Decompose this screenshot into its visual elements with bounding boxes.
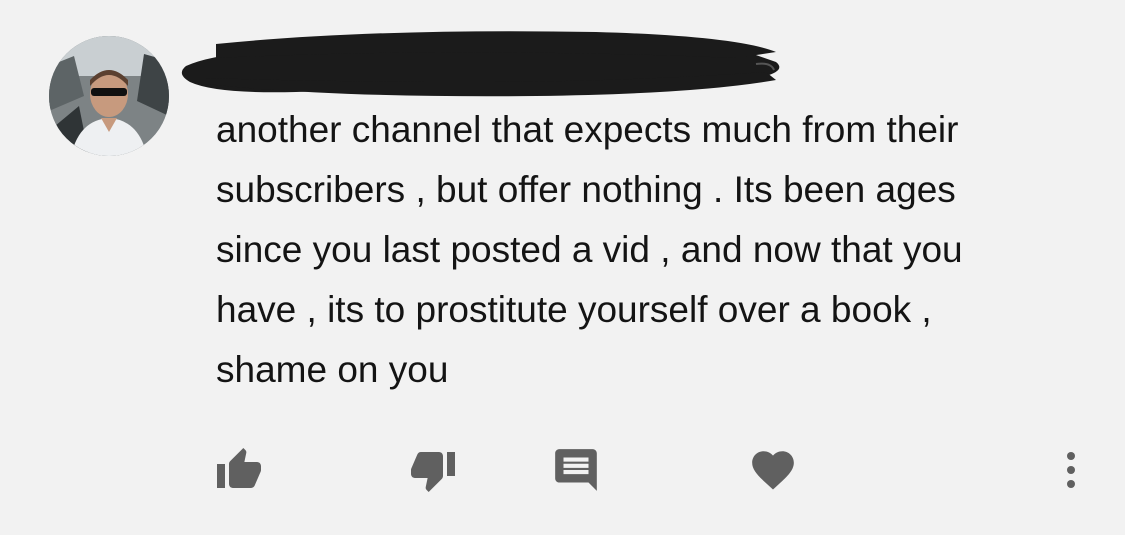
comment-text-line: subscribers , but offer nothing . Its be… [216,169,956,210]
redacted-username [176,22,796,102]
thumbs-up-icon [217,448,261,488]
dislike-button[interactable] [403,440,463,500]
comment-text-line: since you last posted a vid , and now th… [216,229,963,270]
comment-card: another channel that expects much from t… [0,0,1125,535]
heart-button[interactable] [743,440,803,500]
comment-text: another channel that expects much from t… [216,100,1096,400]
comment-text-line: another channel that expects much from t… [216,109,959,150]
more-vertical-icon [1067,452,1075,488]
comment-text-line: shame on you [216,349,449,390]
avatar-image [49,36,169,156]
like-button[interactable] [209,440,269,500]
comment-text-line: have , its to prostitute yourself over a… [216,289,932,330]
heart-icon [752,451,794,490]
reply-button[interactable] [546,440,606,500]
more-options-button[interactable] [1041,440,1101,500]
comment-bubble-icon [555,449,597,491]
thumbs-down-icon [411,452,455,492]
avatar[interactable] [49,36,169,156]
